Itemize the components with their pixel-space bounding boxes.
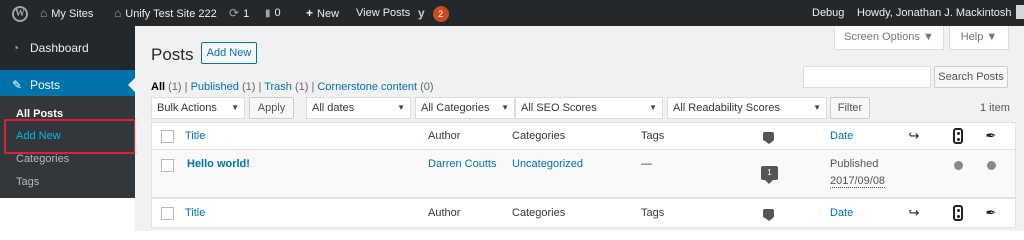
avatar bbox=[1016, 5, 1024, 19]
add-new-button[interactable]: Add New bbox=[201, 42, 257, 64]
column-tags-footer: Tags bbox=[641, 207, 665, 219]
view-all[interactable]: All bbox=[151, 81, 165, 93]
submenu-categories[interactable]: Categories bbox=[16, 153, 69, 165]
post-status: Published bbox=[830, 158, 879, 170]
outgoing-links-icon[interactable]: ↪ bbox=[907, 128, 921, 144]
column-categories: Categories bbox=[512, 130, 566, 142]
dashboard-icon: ◔ bbox=[12, 41, 20, 55]
main-content: Screen Options ▼ Help ▼ Posts Add New Al… bbox=[135, 26, 1024, 231]
column-title[interactable]: Title bbox=[185, 130, 205, 142]
bulk-actions-select[interactable]: Bulk Actions ▼ bbox=[151, 97, 245, 119]
seo-score-icon[interactable] bbox=[953, 128, 963, 144]
highlight-box bbox=[4, 119, 136, 154]
post-title-link[interactable]: Hello world! bbox=[187, 158, 250, 170]
readability-icon[interactable]: ✒ bbox=[984, 128, 998, 144]
screen-options-button[interactable]: Screen Options ▼ bbox=[834, 26, 944, 50]
column-date-footer[interactable]: Date bbox=[830, 207, 853, 219]
dates-filter-select[interactable]: All dates ▼ bbox=[306, 97, 411, 119]
wordpress-logo-icon[interactable]: W bbox=[12, 0, 28, 26]
row-checkbox[interactable] bbox=[161, 159, 174, 172]
debug-link[interactable]: Debug bbox=[812, 0, 844, 26]
select-all-checkbox-footer[interactable] bbox=[161, 207, 174, 220]
readability-icon-footer[interactable]: ✒ bbox=[984, 205, 998, 221]
author-link[interactable]: Darren Coutts bbox=[428, 158, 496, 170]
column-date[interactable]: Date bbox=[830, 130, 853, 142]
yoast-menu[interactable]: y2 bbox=[418, 0, 449, 26]
comment-icon: ▮ bbox=[265, 8, 271, 19]
account-menu[interactable]: Howdy, Jonathan J. Mackintosh bbox=[857, 0, 1024, 26]
chevron-down-icon: ▼ bbox=[397, 103, 405, 112]
category-link[interactable]: Uncategorized bbox=[512, 158, 583, 170]
post-status-views: All (1) | Published (1) | Trash (1) | Co… bbox=[151, 81, 434, 93]
chevron-down-icon: ▼ bbox=[231, 103, 239, 112]
notification-badge: 2 bbox=[432, 6, 449, 22]
select-all-checkbox[interactable] bbox=[161, 130, 174, 143]
admin-bar: W ⌂ My Sites ⌂ Unify Test Site 222 ⟳ 1 ▮ 0 +… bbox=[0, 0, 1024, 26]
chevron-down-icon: ▼ bbox=[649, 103, 657, 112]
yoast-icon: y bbox=[418, 6, 425, 20]
chevron-down-icon: ▼ bbox=[501, 103, 509, 112]
my-sites-link[interactable]: ⌂ My Sites bbox=[40, 0, 93, 26]
search-input[interactable] bbox=[803, 66, 931, 88]
table-row: Hello world! Darren Coutts Uncategorized… bbox=[151, 150, 1016, 198]
home-icon: ⌂ bbox=[114, 6, 122, 20]
refresh-icon: ⟳ bbox=[229, 6, 240, 20]
column-author-footer: Author bbox=[428, 207, 461, 219]
comments-column-icon[interactable] bbox=[763, 132, 774, 144]
help-button[interactable]: Help ▼ bbox=[949, 26, 1009, 50]
column-categories-footer: Categories bbox=[512, 207, 566, 219]
view-cornerstone[interactable]: Cornerstone content bbox=[317, 81, 417, 93]
item-count: 1 item bbox=[980, 102, 1010, 114]
search-posts-button[interactable]: Search Posts bbox=[934, 66, 1008, 88]
submenu-tags[interactable]: Tags bbox=[16, 176, 39, 188]
seo-score-icon-footer[interactable] bbox=[953, 205, 963, 221]
table-header: Title Author Categories Tags Date ↪ ✒ bbox=[151, 122, 1016, 150]
view-posts-link[interactable]: View Posts bbox=[356, 0, 410, 26]
site-name-link[interactable]: ⌂ Unify Test Site 222 bbox=[114, 0, 217, 26]
column-tags: Tags bbox=[641, 130, 665, 142]
view-trash[interactable]: Trash bbox=[264, 81, 292, 93]
seo-score-dot bbox=[954, 161, 963, 170]
tags-value: — bbox=[641, 158, 652, 170]
new-content-link[interactable]: + New bbox=[306, 0, 339, 26]
sites-icon: ⌂ bbox=[40, 6, 48, 20]
filter-button[interactable]: Filter bbox=[830, 97, 870, 119]
sidebar-item-dashboard[interactable]: ◔ Dashboard bbox=[0, 33, 135, 63]
comments-link[interactable]: ▮ 0 bbox=[265, 0, 281, 26]
table-footer: Title Author Categories Tags Date ↪ ✒ bbox=[151, 198, 1016, 228]
readability-filter-select[interactable]: All Readability Scores ▼ bbox=[667, 97, 827, 119]
outgoing-links-icon-footer[interactable]: ↪ bbox=[907, 205, 921, 221]
page-title: Posts bbox=[151, 45, 194, 64]
updates-link[interactable]: ⟳ 1 bbox=[229, 0, 249, 26]
view-published[interactable]: Published bbox=[191, 81, 239, 93]
current-arrow bbox=[128, 78, 135, 92]
categories-filter-select[interactable]: All Categories ▼ bbox=[415, 97, 515, 119]
column-title-footer[interactable]: Title bbox=[185, 207, 205, 219]
chevron-down-icon: ▼ bbox=[813, 103, 821, 112]
comment-count-bubble[interactable]: 1 bbox=[761, 166, 778, 184]
apply-button[interactable]: Apply bbox=[249, 97, 294, 119]
seo-scores-filter-select[interactable]: All SEO Scores ▼ bbox=[515, 97, 663, 119]
plus-icon: + bbox=[306, 6, 314, 20]
comments-column-icon-footer[interactable] bbox=[763, 209, 774, 221]
readability-score-dot bbox=[987, 161, 996, 170]
post-date: 2017/09/08 bbox=[830, 175, 886, 188]
column-author: Author bbox=[428, 130, 461, 142]
